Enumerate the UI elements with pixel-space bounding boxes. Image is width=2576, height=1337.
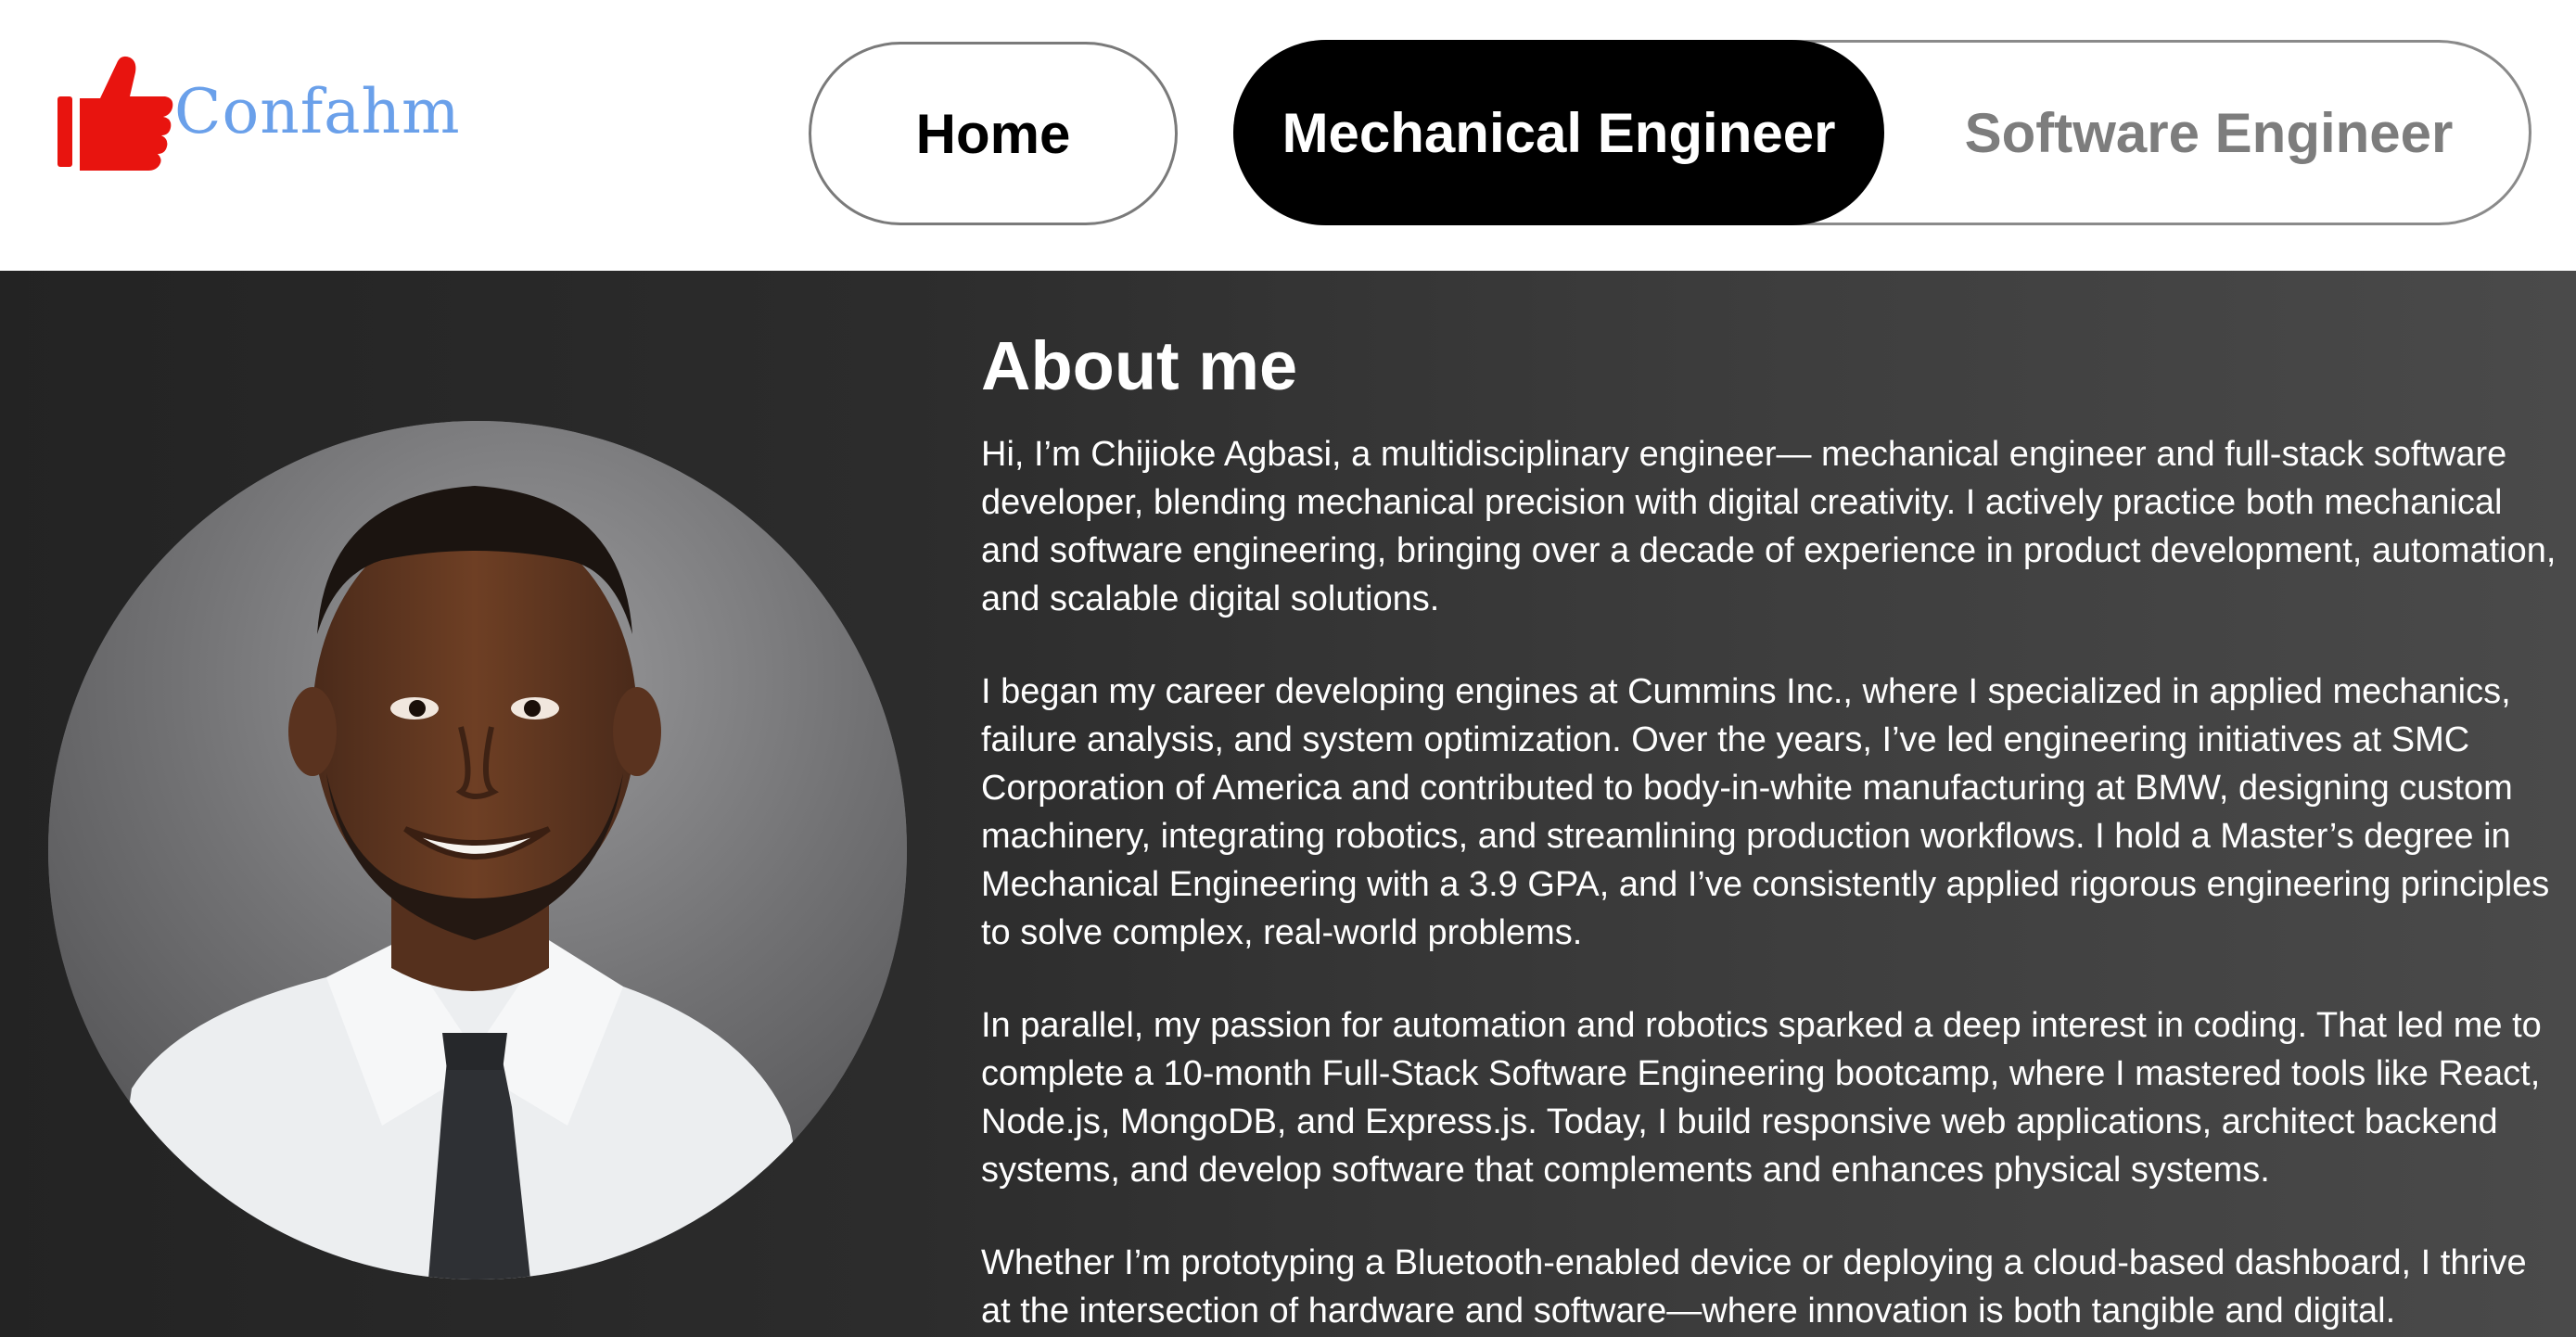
profile-photo <box>48 421 907 1280</box>
thumbs-up-icon <box>57 56 173 171</box>
about-section: About me Hi, I’m Chijioke Agbasi, a mult… <box>0 271 2576 1337</box>
nav-home-button[interactable]: Home <box>809 42 1178 225</box>
logo-text: Confahm <box>174 75 461 147</box>
about-title: About me <box>981 327 1298 404</box>
site-logo[interactable]: Confahm <box>52 46 460 176</box>
portrait-illustration <box>48 421 907 1280</box>
about-paragraph: I began my career developing engines at … <box>981 672 2550 952</box>
about-paragraph: In parallel, my passion for automation a… <box>981 1006 2542 1190</box>
about-paragraph: Whether I’m prototyping a Bluetooth-enab… <box>981 1243 2527 1331</box>
engineer-type-toggle: Mechanical Engineer Software Engineer <box>1233 40 2531 225</box>
about-body: Hi, I’m Chijioke Agbasi, a multidiscipli… <box>981 430 2557 1337</box>
tab-mechanical-engineer[interactable]: Mechanical Engineer <box>1233 40 1884 225</box>
about-paragraph: Hi, I’m Chijioke Agbasi, a multidiscipli… <box>981 435 2557 618</box>
tab-software-engineer[interactable]: Software Engineer <box>1884 40 2533 225</box>
site-header: Confahm Home Mechanical Engineer Softwar… <box>0 0 2576 271</box>
